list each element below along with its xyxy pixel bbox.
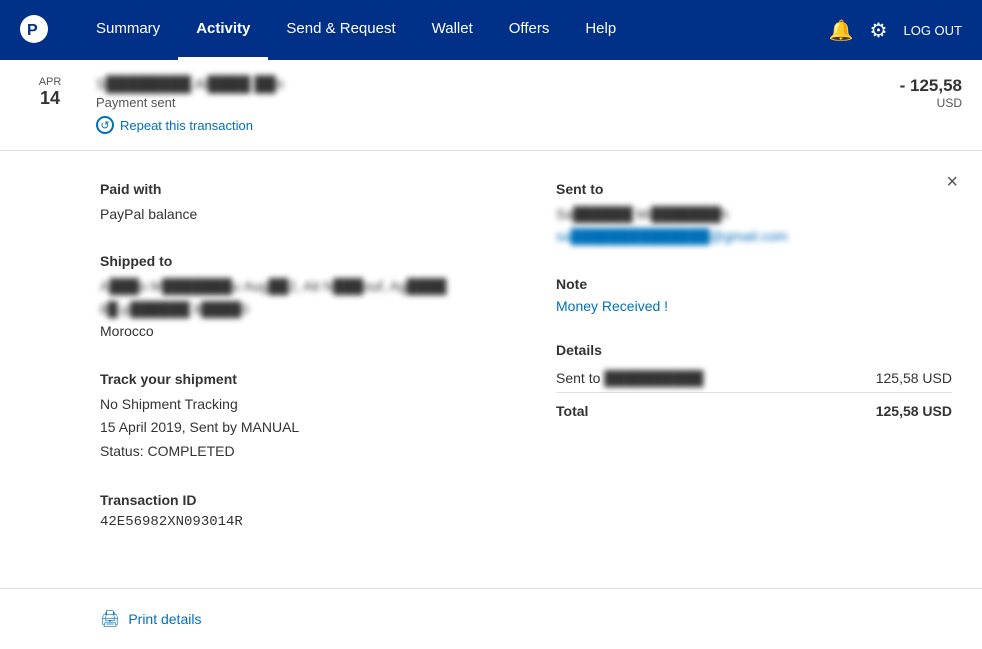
transaction-amount: - 125,58 (842, 76, 962, 96)
shipped-to-line3: 8█-p██████ (100, 298, 190, 320)
header-actions: 🔔 ⚙ LOG OUT (829, 18, 962, 43)
track-shipment-section: Track your shipment No Shipment Tracking… (100, 371, 496, 464)
settings-button[interactable]: ⚙ (870, 18, 888, 43)
track-line1: No Shipment Tracking (100, 393, 496, 417)
main-nav: Summary Activity Send & Request Wallet O… (78, 0, 829, 60)
close-button[interactable]: × (946, 171, 958, 194)
total-label: Total (556, 392, 817, 425)
shipped-to-country: Morocco (100, 320, 496, 342)
note-title: Note (556, 276, 952, 292)
details-title: Details (556, 342, 952, 358)
print-section: 🖨 Print details (0, 589, 982, 649)
print-details-link[interactable]: 🖨 Print details (100, 609, 952, 629)
logout-button[interactable]: LOG OUT (903, 23, 962, 38)
paid-with-value: PayPal balance (100, 203, 496, 225)
paid-with-title: Paid with (100, 181, 496, 197)
main-content: APR 14 S████████ Al████ ██n Payment sent… (0, 60, 982, 649)
track-line2: 15 April 2019, Sent by MANUAL (100, 416, 496, 440)
nav-help[interactable]: Help (567, 0, 634, 60)
note-section: Note Money Received ! (556, 276, 952, 314)
gear-icon: ⚙ (870, 18, 888, 43)
print-label: Print details (128, 611, 201, 627)
nav-summary[interactable]: Summary (78, 0, 178, 60)
repeat-label: Repeat this transaction (120, 118, 253, 133)
paid-with-section: Paid with PayPal balance (100, 181, 496, 225)
transaction-day: 14 (20, 88, 80, 109)
shipped-to-title: Shipped to (100, 253, 496, 269)
shipped-to-line4: 8████0 (194, 298, 249, 320)
header: P Summary Activity Send & Request Wallet… (0, 0, 982, 60)
repeat-transaction-link[interactable]: ↺ Repeat this transaction (96, 116, 842, 134)
total-row: Total 125,58 USD (556, 392, 952, 425)
transaction-status: Payment sent (96, 95, 842, 110)
track-info: No Shipment Tracking 15 April 2019, Sent… (100, 393, 496, 464)
transaction-info: S████████ Al████ ██n Payment sent ↺ Repe… (96, 76, 842, 134)
transaction-amount-block: - 125,58 USD (842, 76, 962, 110)
track-title: Track your shipment (100, 371, 496, 387)
transaction-name: S████████ Al████ ██n (96, 76, 284, 93)
detail-left-column: Paid with PayPal balance Shipped to A███… (100, 181, 496, 558)
txn-id-value: 42E56982XN093014R (100, 514, 496, 530)
shipped-to-section: Shipped to A███o M███████u Aug██2, Ait N… (100, 253, 496, 342)
details-section: Details Sent to ██████████ 125,58 USD To… (556, 342, 952, 425)
logo[interactable]: P (20, 15, 48, 46)
shipped-to-value: A███o M███████u Aug██2, Ait N███ouf, Ag█… (100, 275, 496, 342)
details-row-amount: 125,58 USD (817, 364, 952, 393)
nav-send-request[interactable]: Send & Request (268, 0, 413, 60)
transaction-row: APR 14 S████████ Al████ ██n Payment sent… (0, 60, 982, 151)
nav-activity[interactable]: Activity (178, 0, 268, 60)
printer-icon: 🖨 (100, 609, 120, 629)
shipped-to-line1: A███o M███████u (100, 275, 240, 297)
detail-panel: × Paid with PayPal balance Shipped to A█… (0, 151, 982, 589)
transaction-id-section: Transaction ID 42E56982XN093014R (100, 492, 496, 530)
nav-wallet[interactable]: Wallet (414, 0, 491, 60)
txn-id-title: Transaction ID (100, 492, 496, 508)
transaction-month: APR (20, 76, 80, 88)
details-row-name: ██████████ (604, 370, 703, 386)
transaction-date: APR 14 (20, 76, 80, 109)
details-table: Sent to ██████████ 125,58 USD Total 125,… (556, 364, 952, 425)
note-value: Money Received ! (556, 298, 952, 314)
total-amount: 125,58 USD (817, 392, 952, 425)
notification-bell-button[interactable]: 🔔 (829, 18, 854, 43)
shipped-to-line2: Aug██2, Ait N███ouf, Ag████ (244, 275, 447, 297)
sent-to-section: Sent to Sa██████ Mi███████h sa██████████… (556, 181, 952, 248)
sent-to-name: Sa██████ Mi███████h (556, 203, 729, 225)
details-row-label: Sent to (556, 370, 604, 386)
sent-to-email: sa██████████████@gmail.com (556, 225, 788, 247)
svg-text:P: P (27, 22, 38, 39)
nav-offers[interactable]: Offers (491, 0, 568, 60)
sent-to-title: Sent to (556, 181, 952, 197)
track-line3: Status: COMPLETED (100, 440, 496, 464)
repeat-icon: ↺ (96, 116, 114, 134)
sent-to-value: Sa██████ Mi███████h sa██████████████@gma… (556, 203, 952, 248)
detail-grid: Paid with PayPal balance Shipped to A███… (100, 181, 952, 558)
bell-icon: 🔔 (829, 18, 854, 43)
transaction-currency: USD (842, 96, 962, 110)
details-row: Sent to ██████████ 125,58 USD (556, 364, 952, 393)
detail-right-column: Sent to Sa██████ Mi███████h sa██████████… (556, 181, 952, 558)
